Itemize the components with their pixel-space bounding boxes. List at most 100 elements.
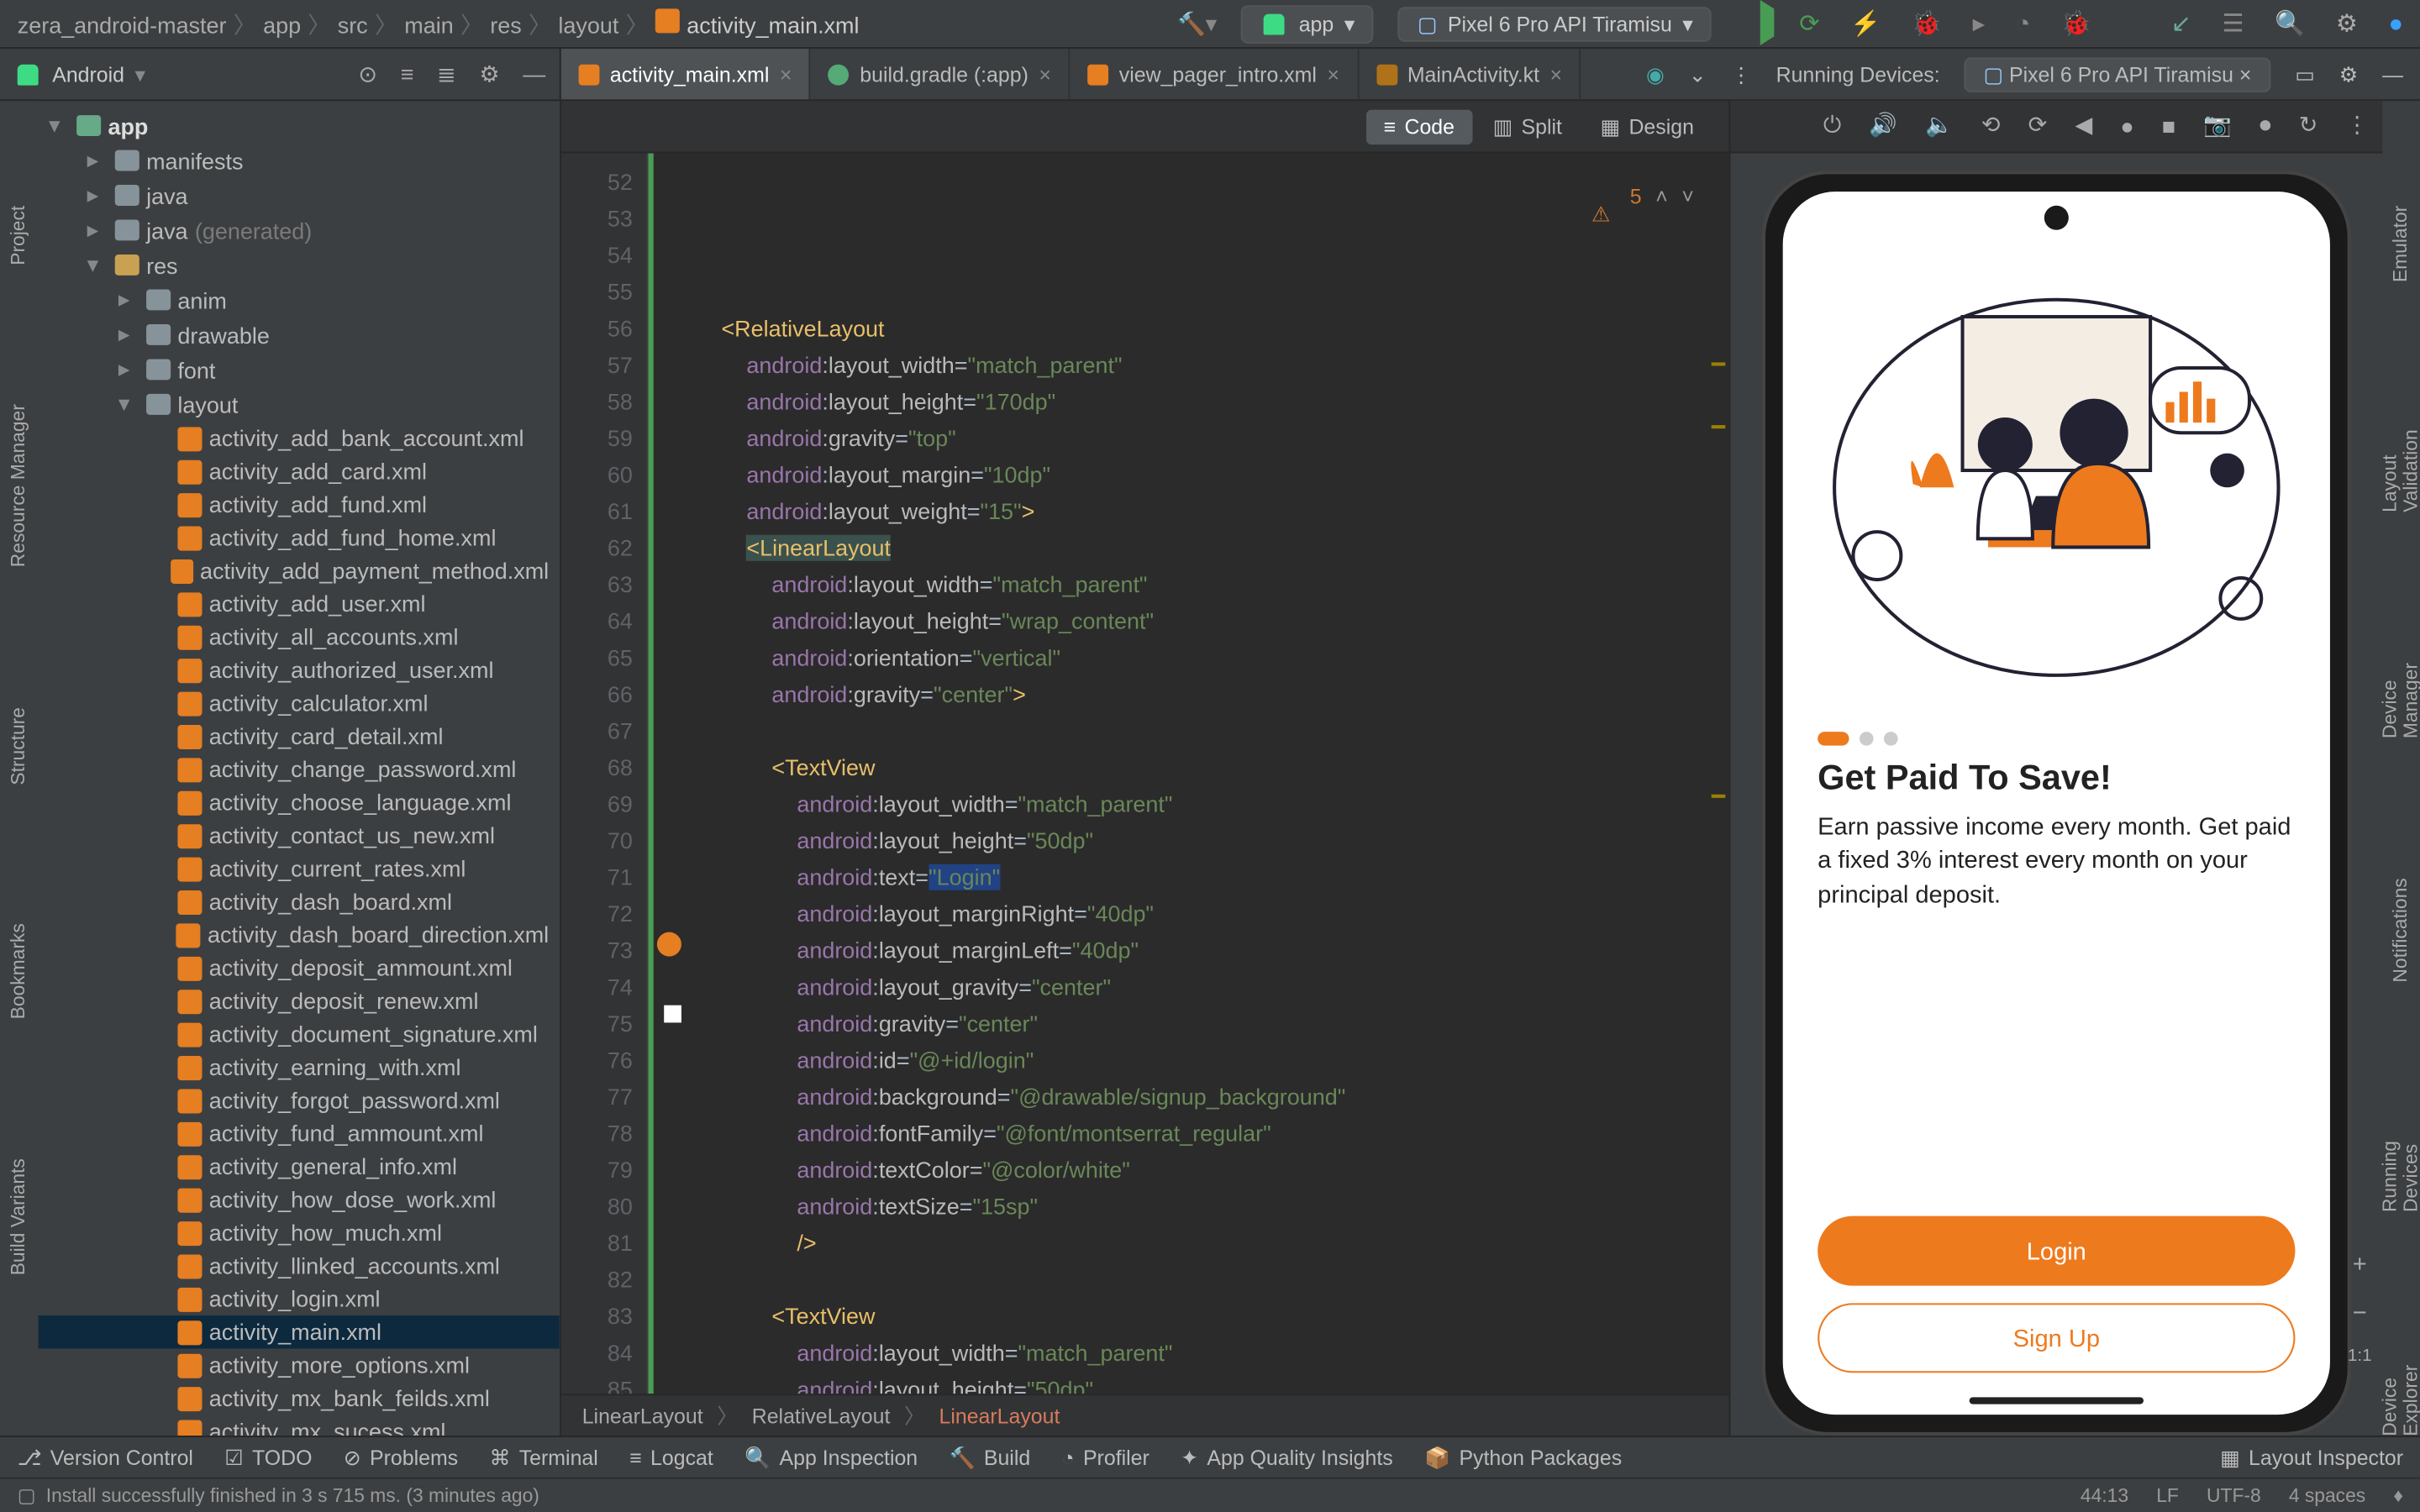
tree-file[interactable]: activity_add_fund_home.xml (39, 521, 560, 554)
tree-folder[interactable]: ▸drawable (39, 317, 560, 351)
select-opened-file-icon[interactable]: ⊙ (358, 60, 377, 87)
view-mode-code[interactable]: ≡ Code (1366, 109, 1472, 144)
minimize-panel-icon[interactable]: — (2382, 62, 2403, 87)
bottom-tool-tab[interactable]: 🔍App Inspection (744, 1445, 918, 1469)
tree-root[interactable]: ▾ app (39, 108, 560, 143)
breadcrumb-segment[interactable]: app (263, 13, 301, 39)
tree-file[interactable]: activity_contact_us_new.xml (39, 819, 560, 852)
apply-changes-icon[interactable]: ⟳ (1799, 8, 1819, 36)
file-encoding[interactable]: UTF-8 (2207, 1485, 2261, 1506)
attach-debugger-icon[interactable]: 🐞 (2061, 8, 2091, 36)
view-mode-split[interactable]: ▥ Split (1476, 109, 1580, 144)
inspection-badge[interactable]: ⚠ 5 ˄ ˅ (1534, 160, 1694, 234)
git-update-icon[interactable]: ↙ (2171, 8, 2191, 36)
tree-folder[interactable]: ▸font (39, 352, 560, 386)
layout-crumb-item[interactable]: RelativeLayout (752, 1404, 891, 1428)
tree-file[interactable]: activity_dash_board.xml (39, 885, 560, 918)
tree-file[interactable]: activity_add_user.xml (39, 587, 560, 620)
login-button[interactable]: Login (1818, 1216, 2295, 1286)
tool-window-tab[interactable]: Device Manager (2381, 652, 2420, 738)
tree-file[interactable]: activity_deposit_ammount.xml (39, 951, 560, 984)
tree-file[interactable]: activity_more_options.xml (39, 1348, 560, 1381)
zoom-reset[interactable]: 1:1 (2348, 1347, 2372, 1366)
tree-file[interactable]: activity_llinked_accounts.xml (39, 1249, 560, 1282)
editor-tab[interactable]: MainActivity.kt× (1359, 49, 1581, 99)
bottom-tool-tab[interactable]: ✦App Quality Insights (1181, 1445, 1393, 1469)
tab-dropdown-icon[interactable]: ⌄ (1689, 62, 1707, 87)
rotate-right-icon[interactable]: ⟳ (2028, 113, 2048, 140)
line-separator[interactable]: LF (2156, 1485, 2179, 1506)
tree-file[interactable]: activity_add_bank_account.xml (39, 422, 560, 454)
split-right-icon[interactable]: ▭ (2295, 62, 2315, 87)
code-area[interactable]: ⚠ 5 ˄ ˅ <RelativeLayout android:layout_w… (649, 154, 1729, 1394)
bottom-tool-tab[interactable]: 🔨Build (949, 1445, 1030, 1469)
bottom-tool-tab[interactable]: ◔Profiler (1062, 1445, 1150, 1469)
back-icon[interactable]: ◀ (2075, 113, 2092, 140)
tree-file[interactable]: activity_calculator.xml (39, 686, 560, 719)
bottom-tool-tab[interactable]: 📦Python Packages (1424, 1445, 1622, 1469)
tool-window-tab[interactable]: Running Devices (2381, 1121, 2420, 1211)
rotate-left-icon[interactable]: ⟲ (1981, 113, 2001, 140)
tree-folder[interactable]: ▾layout (39, 386, 560, 421)
tree-folder[interactable]: ▸anim (39, 282, 560, 317)
zoom-in-icon[interactable]: + (2353, 1249, 2367, 1277)
tool-window-tab[interactable]: Project (8, 206, 29, 265)
tree-folder[interactable]: ▸java (generated) (39, 213, 560, 247)
close-tab-icon[interactable]: × (780, 62, 792, 87)
bottom-tool-tab[interactable]: ⌘Terminal (489, 1445, 597, 1469)
layout-crumb-item[interactable]: LinearLayout (582, 1404, 703, 1428)
coverage-icon[interactable]: ▸ (1973, 8, 1986, 36)
tree-file[interactable]: activity_dash_board_direction.xml (39, 918, 560, 951)
tool-window-tab[interactable]: Layout Validation (2381, 422, 2420, 512)
overview-icon[interactable]: ■ (2162, 113, 2175, 139)
readonly-lock-icon[interactable]: ♦ (2393, 1485, 2403, 1506)
more-icon[interactable]: ⋮ (2346, 113, 2369, 140)
tree-file[interactable]: activity_general_info.xml (39, 1150, 560, 1183)
tree-file[interactable]: activity_add_card.xml (39, 454, 560, 487)
tree-file[interactable]: activity_choose_language.xml (39, 785, 560, 818)
account-icon[interactable]: ● (2388, 8, 2403, 36)
breadcrumb-segment[interactable]: zera_android-master (18, 13, 227, 39)
layout-breadcrumb[interactable]: LinearLayout〉RelativeLayout〉LinearLayout (561, 1394, 1729, 1436)
debug-icon[interactable]: 🐞 (1912, 8, 1942, 36)
volume-up-icon[interactable]: 🔊 (1869, 113, 1897, 140)
editor-tab[interactable]: view_pager_intro.xml× (1071, 49, 1359, 99)
breadcrumb-segment[interactable]: main (404, 13, 453, 39)
tree-file[interactable]: activity_main.xml (39, 1315, 560, 1348)
tree-folder[interactable]: ▾res (39, 248, 560, 282)
zoom-out-icon[interactable]: − (2353, 1298, 2367, 1326)
device-selector[interactable]: ▢ Pixel 6 Pro API Tiramisu▾ (1398, 6, 1712, 40)
project-tree[interactable]: ▾ app ▸manifests▸java▸java (generated)▾r… (39, 101, 561, 1436)
sync-icon[interactable]: ☰ (2223, 8, 2244, 36)
hide-panel-icon[interactable]: — (523, 60, 545, 87)
tool-window-tab[interactable]: Emulator (2391, 206, 2412, 282)
tool-window-tab[interactable]: Notifications (2391, 878, 2412, 982)
breadcrumb-segment[interactable]: layout (558, 13, 618, 39)
tree-folder[interactable]: ▸manifests (39, 143, 560, 177)
apply-code-changes-icon[interactable]: ⚡ (1850, 8, 1881, 36)
tab-overflow-icon[interactable]: ⋮ (1731, 62, 1752, 87)
tool-window-tab[interactable]: Structure (8, 707, 29, 785)
gear-icon[interactable]: ⚙ (2339, 62, 2358, 87)
home-icon[interactable]: ● (2120, 113, 2133, 139)
tree-file[interactable]: activity_card_detail.xml (39, 720, 560, 753)
project-view-mode[interactable]: Android (52, 62, 124, 87)
run-icon[interactable] (1737, 8, 1776, 36)
indent-setting[interactable]: 4 spaces (2289, 1485, 2365, 1506)
run-configuration-selector[interactable]: app▾ (1241, 4, 1374, 43)
volume-down-icon[interactable]: 🔈 (1925, 113, 1954, 140)
tree-file[interactable]: activity_fund_ammount.xml (39, 1116, 560, 1149)
close-tab-icon[interactable]: × (1327, 62, 1339, 87)
bottom-tool-tab[interactable]: ▦Layout Inspector (2220, 1445, 2403, 1469)
tool-window-tab[interactable]: Build Variants (8, 1159, 29, 1276)
prev-highlight-icon[interactable]: ˄ (1655, 179, 1668, 216)
collapse-all-icon[interactable]: ≣ (437, 60, 456, 87)
stop-icon[interactable] (2123, 8, 2147, 36)
editor-tab[interactable]: activity_main.xml× (561, 49, 811, 99)
gesture-bar[interactable] (1970, 1397, 2144, 1404)
breadcrumb-segment[interactable]: res (490, 13, 521, 39)
layout-crumb-item[interactable]: LinearLayout (939, 1404, 1060, 1428)
tree-file[interactable]: activity_document_signature.xml (39, 1017, 560, 1050)
view-mode-design[interactable]: ▦ Design (1583, 109, 1712, 144)
tree-file[interactable]: activity_forgot_password.xml (39, 1084, 560, 1116)
